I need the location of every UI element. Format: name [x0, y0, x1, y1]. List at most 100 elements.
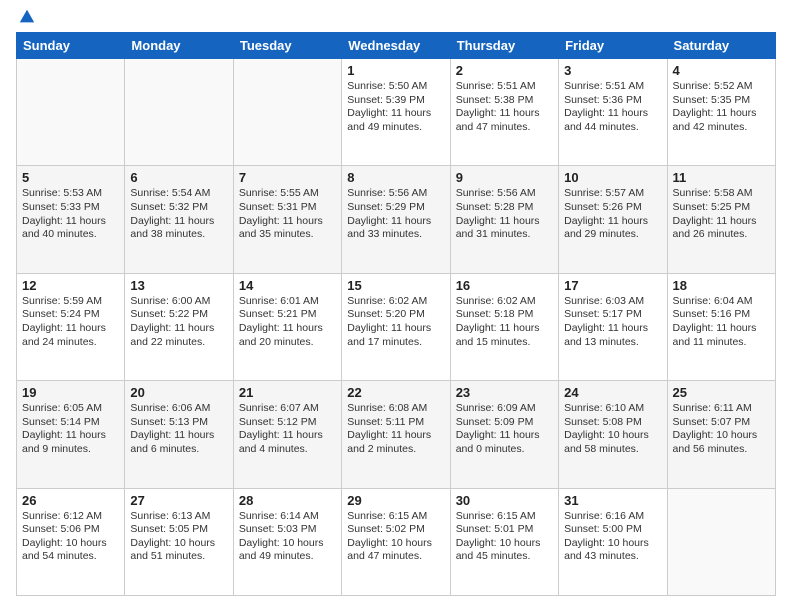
day-info: Daylight: 11 hours	[347, 322, 444, 336]
day-info: Sunset: 5:22 PM	[130, 308, 227, 322]
day-info: Sunset: 5:39 PM	[347, 94, 444, 108]
calendar-cell: 23Sunrise: 6:09 AMSunset: 5:09 PMDayligh…	[450, 381, 558, 488]
day-info: and 24 minutes.	[22, 336, 119, 350]
calendar-cell: 5Sunrise: 5:53 AMSunset: 5:33 PMDaylight…	[17, 166, 125, 273]
day-info: Daylight: 11 hours	[22, 429, 119, 443]
day-info: Sunset: 5:09 PM	[456, 416, 553, 430]
day-number: 9	[456, 170, 553, 185]
day-number: 30	[456, 493, 553, 508]
day-info: Sunset: 5:24 PM	[22, 308, 119, 322]
calendar-header-row: SundayMondayTuesdayWednesdayThursdayFrid…	[17, 33, 776, 59]
day-info: Daylight: 11 hours	[456, 215, 553, 229]
day-info: and 9 minutes.	[22, 443, 119, 457]
day-number: 3	[564, 63, 661, 78]
header	[16, 16, 776, 22]
day-info: Daylight: 11 hours	[564, 107, 661, 121]
day-info: and 15 minutes.	[456, 336, 553, 350]
day-header-saturday: Saturday	[667, 33, 775, 59]
day-info: Sunset: 5:33 PM	[22, 201, 119, 215]
day-info: Sunrise: 6:07 AM	[239, 402, 336, 416]
day-info: Sunrise: 6:16 AM	[564, 510, 661, 524]
day-info: Sunset: 5:36 PM	[564, 94, 661, 108]
day-info: and 0 minutes.	[456, 443, 553, 457]
day-info: Daylight: 10 hours	[22, 537, 119, 551]
day-info: and 51 minutes.	[130, 550, 227, 564]
day-number: 27	[130, 493, 227, 508]
day-number: 11	[673, 170, 770, 185]
calendar-cell: 26Sunrise: 6:12 AMSunset: 5:06 PMDayligh…	[17, 488, 125, 595]
calendar-cell: 31Sunrise: 6:16 AMSunset: 5:00 PMDayligh…	[559, 488, 667, 595]
day-info: and 40 minutes.	[22, 228, 119, 242]
day-info: Sunrise: 6:05 AM	[22, 402, 119, 416]
day-info: and 13 minutes.	[564, 336, 661, 350]
day-number: 22	[347, 385, 444, 400]
day-info: Daylight: 11 hours	[22, 322, 119, 336]
calendar-cell	[125, 59, 233, 166]
day-info: Sunset: 5:32 PM	[130, 201, 227, 215]
day-info: Sunrise: 6:03 AM	[564, 295, 661, 309]
day-number: 14	[239, 278, 336, 293]
day-number: 13	[130, 278, 227, 293]
day-number: 18	[673, 278, 770, 293]
day-info: Sunset: 5:16 PM	[673, 308, 770, 322]
day-info: Sunset: 5:13 PM	[130, 416, 227, 430]
day-info: Sunrise: 6:08 AM	[347, 402, 444, 416]
day-info: Sunset: 5:06 PM	[22, 523, 119, 537]
day-info: and 54 minutes.	[22, 550, 119, 564]
day-header-tuesday: Tuesday	[233, 33, 341, 59]
day-info: Sunset: 5:02 PM	[347, 523, 444, 537]
calendar-cell: 7Sunrise: 5:55 AMSunset: 5:31 PMDaylight…	[233, 166, 341, 273]
calendar-cell: 24Sunrise: 6:10 AMSunset: 5:08 PMDayligh…	[559, 381, 667, 488]
day-info: Sunset: 5:38 PM	[456, 94, 553, 108]
calendar-cell: 29Sunrise: 6:15 AMSunset: 5:02 PMDayligh…	[342, 488, 450, 595]
day-number: 20	[130, 385, 227, 400]
day-info: Sunrise: 6:11 AM	[673, 402, 770, 416]
day-info: Sunset: 5:21 PM	[239, 308, 336, 322]
day-number: 29	[347, 493, 444, 508]
day-header-thursday: Thursday	[450, 33, 558, 59]
day-info: and 33 minutes.	[347, 228, 444, 242]
day-number: 8	[347, 170, 444, 185]
day-info: and 38 minutes.	[130, 228, 227, 242]
calendar-cell: 18Sunrise: 6:04 AMSunset: 5:16 PMDayligh…	[667, 273, 775, 380]
day-info: and 47 minutes.	[347, 550, 444, 564]
day-info: and 42 minutes.	[673, 121, 770, 135]
day-info: and 20 minutes.	[239, 336, 336, 350]
day-number: 25	[673, 385, 770, 400]
day-number: 17	[564, 278, 661, 293]
day-info: Daylight: 11 hours	[347, 429, 444, 443]
calendar-cell	[667, 488, 775, 595]
calendar-cell: 20 Sunrise: 6:06 AMSunset: 5:13 PMDayligh…	[125, 381, 233, 488]
logo	[16, 16, 36, 22]
day-info: Sunrise: 6:02 AM	[456, 295, 553, 309]
day-header-sunday: Sunday	[17, 33, 125, 59]
day-info: Daylight: 11 hours	[130, 429, 227, 443]
calendar-table: SundayMondayTuesdayWednesdayThursdayFrid…	[16, 32, 776, 596]
day-info: and 2 minutes.	[347, 443, 444, 457]
calendar-cell: 10Sunrise: 5:57 AMSunset: 5:26 PMDayligh…	[559, 166, 667, 273]
day-info: Sunset: 5:00 PM	[564, 523, 661, 537]
day-number: 12	[22, 278, 119, 293]
day-info: Daylight: 11 hours	[347, 107, 444, 121]
day-info: Sunset: 5:05 PM	[130, 523, 227, 537]
day-info: Sunset: 5:28 PM	[456, 201, 553, 215]
day-info: Sunset: 5:26 PM	[564, 201, 661, 215]
day-info: Sunrise: 6:04 AM	[673, 295, 770, 309]
calendar-cell: 3Sunrise: 5:51 AMSunset: 5:36 PMDaylight…	[559, 59, 667, 166]
day-info: Sunrise: 6:12 AM	[22, 510, 119, 524]
day-info: Sunset: 5:08 PM	[564, 416, 661, 430]
calendar-cell: 28Sunrise: 6:14 AMSunset: 5:03 PMDayligh…	[233, 488, 341, 595]
day-header-monday: Monday	[125, 33, 233, 59]
day-info: and 26 minutes.	[673, 228, 770, 242]
day-info: Daylight: 11 hours	[564, 215, 661, 229]
day-info: Sunrise: 6:15 AM	[456, 510, 553, 524]
day-info: Sunrise: 5:57 AM	[564, 187, 661, 201]
calendar-cell: 19Sunrise: 6:05 AMSunset: 5:14 PMDayligh…	[17, 381, 125, 488]
day-info: Daylight: 10 hours	[239, 537, 336, 551]
day-info: Daylight: 10 hours	[564, 429, 661, 443]
day-info: Sunrise: 6:06 AM	[130, 402, 227, 416]
logo-icon	[18, 8, 36, 26]
day-info: Sunrise: 5:58 AM	[673, 187, 770, 201]
calendar-cell: 22Sunrise: 6:08 AMSunset: 5:11 PMDayligh…	[342, 381, 450, 488]
calendar-cell: 16Sunrise: 6:02 AMSunset: 5:18 PMDayligh…	[450, 273, 558, 380]
